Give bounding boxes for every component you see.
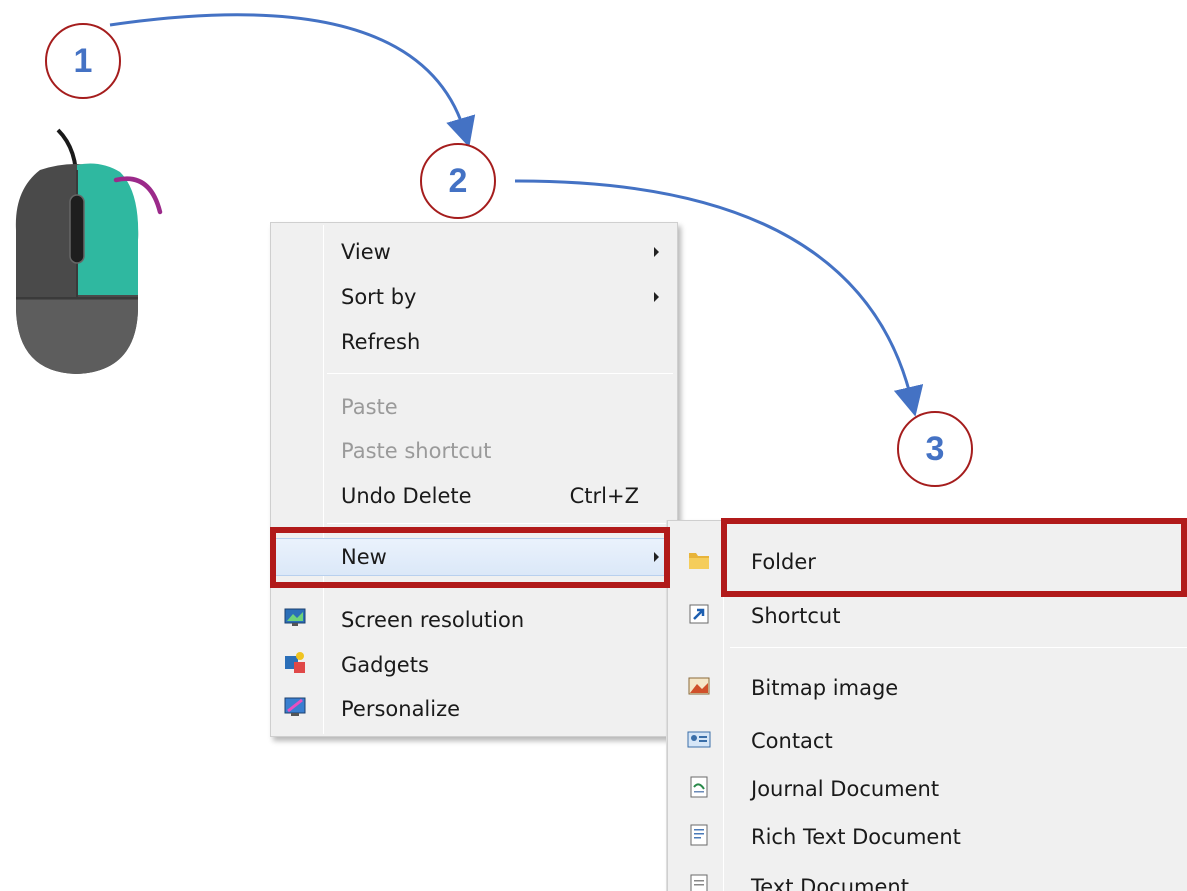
menu-item-text-document[interactable]: Text Document xyxy=(668,866,1187,891)
journal-icon xyxy=(690,776,708,798)
menu-separator xyxy=(327,586,673,587)
menu-item-gadgets[interactable]: Gadgets xyxy=(271,644,677,686)
arrow-step1-to-step2 xyxy=(109,13,476,148)
screen-resolution-icon xyxy=(284,608,306,626)
step-3-badge: 3 xyxy=(897,411,973,487)
menu-item-screen-resolution[interactable]: Screen resolution xyxy=(271,599,677,641)
menu-item-rich-text-document[interactable]: Rich Text Document xyxy=(668,816,1187,858)
menu-item-sort-by[interactable]: Sort by xyxy=(271,276,677,318)
menu-item-personalize[interactable]: Personalize xyxy=(271,688,677,730)
step-1-badge: 1 xyxy=(45,23,121,99)
folder-icon xyxy=(689,553,709,569)
desktop-context-menu: View Sort by Refresh Paste Paste shortcu… xyxy=(270,222,678,737)
menu-separator xyxy=(327,373,673,374)
menu-item-journal-document[interactable]: Journal Document xyxy=(668,768,1187,810)
shortcut-icon xyxy=(689,604,709,624)
menu-item-paste-shortcut: Paste shortcut xyxy=(341,439,492,463)
submenu-arrow-icon xyxy=(654,552,659,562)
menu-item-folder[interactable]: Folder xyxy=(668,541,1187,583)
gadgets-icon xyxy=(285,652,305,673)
bitmap-icon xyxy=(688,677,710,695)
step-2-badge: 2 xyxy=(420,143,496,219)
menu-item-view[interactable]: View xyxy=(271,231,677,273)
menu-item-undo-delete[interactable]: Undo Delete Ctrl+Z xyxy=(271,475,677,517)
text-document-icon xyxy=(690,874,708,891)
menu-item-bitmap-image[interactable]: Bitmap image xyxy=(668,667,1187,709)
personalize-icon xyxy=(284,697,306,716)
menu-item-contact[interactable]: Contact xyxy=(668,720,1187,762)
menu-separator xyxy=(730,647,1187,648)
menu-item-paste: Paste xyxy=(341,395,398,419)
submenu-arrow-icon xyxy=(654,247,659,257)
menu-item-refresh[interactable]: Refresh xyxy=(271,321,677,363)
menu-item-new[interactable]: New xyxy=(271,536,677,578)
menu-item-shortcut[interactable]: Shortcut xyxy=(668,595,1187,637)
submenu-arrow-icon xyxy=(654,292,659,302)
new-submenu: Folder Shortcut Bitmap image Contact Jou xyxy=(667,520,1187,891)
menu-item-hover-background xyxy=(274,538,674,576)
rich-text-icon xyxy=(690,824,708,846)
menu-separator xyxy=(327,523,673,524)
shortcut-text: Ctrl+Z xyxy=(569,484,639,508)
contact-icon xyxy=(687,731,711,748)
